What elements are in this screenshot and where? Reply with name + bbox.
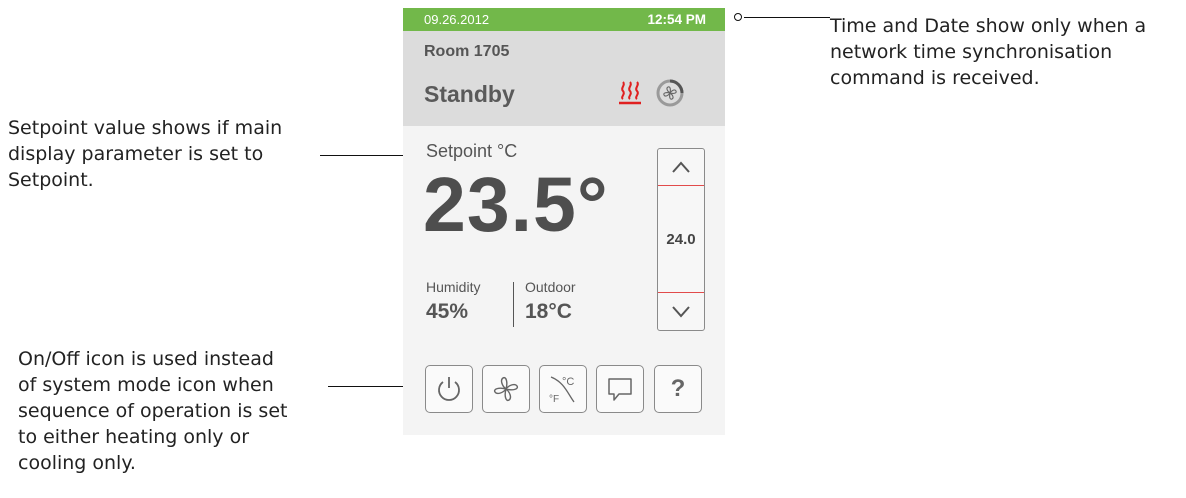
slider-bottom-marker: [658, 292, 704, 293]
humidity-label: Humidity: [426, 279, 481, 295]
svg-text:°C: °C: [562, 376, 574, 388]
annotation-line: cooling only.: [18, 452, 136, 474]
chevron-down-icon: [672, 306, 690, 318]
annotation-line: display parameter is set to: [8, 143, 264, 165]
divider: [513, 282, 514, 327]
annotation-line: command is received.: [830, 67, 1040, 89]
outdoor-label: Outdoor: [525, 279, 576, 295]
svg-text:°F: °F: [549, 394, 559, 405]
fan-button[interactable]: [482, 365, 530, 413]
units-button[interactable]: °C °F: [539, 365, 587, 413]
slider-top-marker: [658, 185, 704, 186]
main-content: Setpoint °C 23.5° Humidity 45% Outdoor 1…: [403, 8, 725, 435]
annotation-line: Setpoint value shows if main: [8, 117, 283, 139]
annotation-setpoint: Setpoint value shows if main display par…: [8, 115, 282, 193]
chevron-up-icon: [672, 161, 690, 173]
annotation-time-date: Time and Date show only when a network t…: [830, 13, 1146, 91]
help-icon: ?: [670, 375, 686, 402]
annotation-line: Time and Date show only when a: [830, 15, 1147, 37]
annotation-onoff: On/Off icon is used instead of system mo…: [18, 346, 287, 476]
slider-value: 24.0: [666, 231, 696, 248]
annotation-line: of system mode icon when: [18, 374, 274, 396]
humidity-value: 45%: [426, 300, 469, 323]
annotation-line: Setpoint.: [8, 169, 94, 191]
setpoint-down-button[interactable]: [658, 294, 704, 330]
setpoint-label: Setpoint °C: [426, 141, 518, 161]
setpoint-value: 23.5°: [423, 162, 609, 248]
annotation-line: to either heating only or: [18, 426, 250, 448]
help-button[interactable]: ?: [654, 365, 702, 413]
message-icon: [608, 378, 632, 401]
leader-line-time: [744, 17, 830, 18]
power-button[interactable]: [425, 365, 473, 413]
leader-dot-time: [734, 13, 742, 21]
leader-line-setpoint: [320, 155, 414, 156]
setpoint-slider[interactable]: 24.0: [657, 148, 705, 331]
annotation-line: On/Off icon is used instead: [18, 348, 274, 370]
leader-line-onoff: [328, 386, 413, 387]
annotation-line: network time synchronisation: [830, 41, 1113, 63]
annotation-line: sequence of operation is set: [18, 400, 288, 422]
units-celsius-fahrenheit-icon: °C °F: [549, 376, 575, 405]
message-button[interactable]: [596, 365, 644, 413]
outdoor-value: 18°C: [525, 300, 572, 323]
fan-icon: [493, 376, 519, 402]
power-icon: [438, 377, 460, 401]
setpoint-up-button[interactable]: [658, 149, 704, 185]
